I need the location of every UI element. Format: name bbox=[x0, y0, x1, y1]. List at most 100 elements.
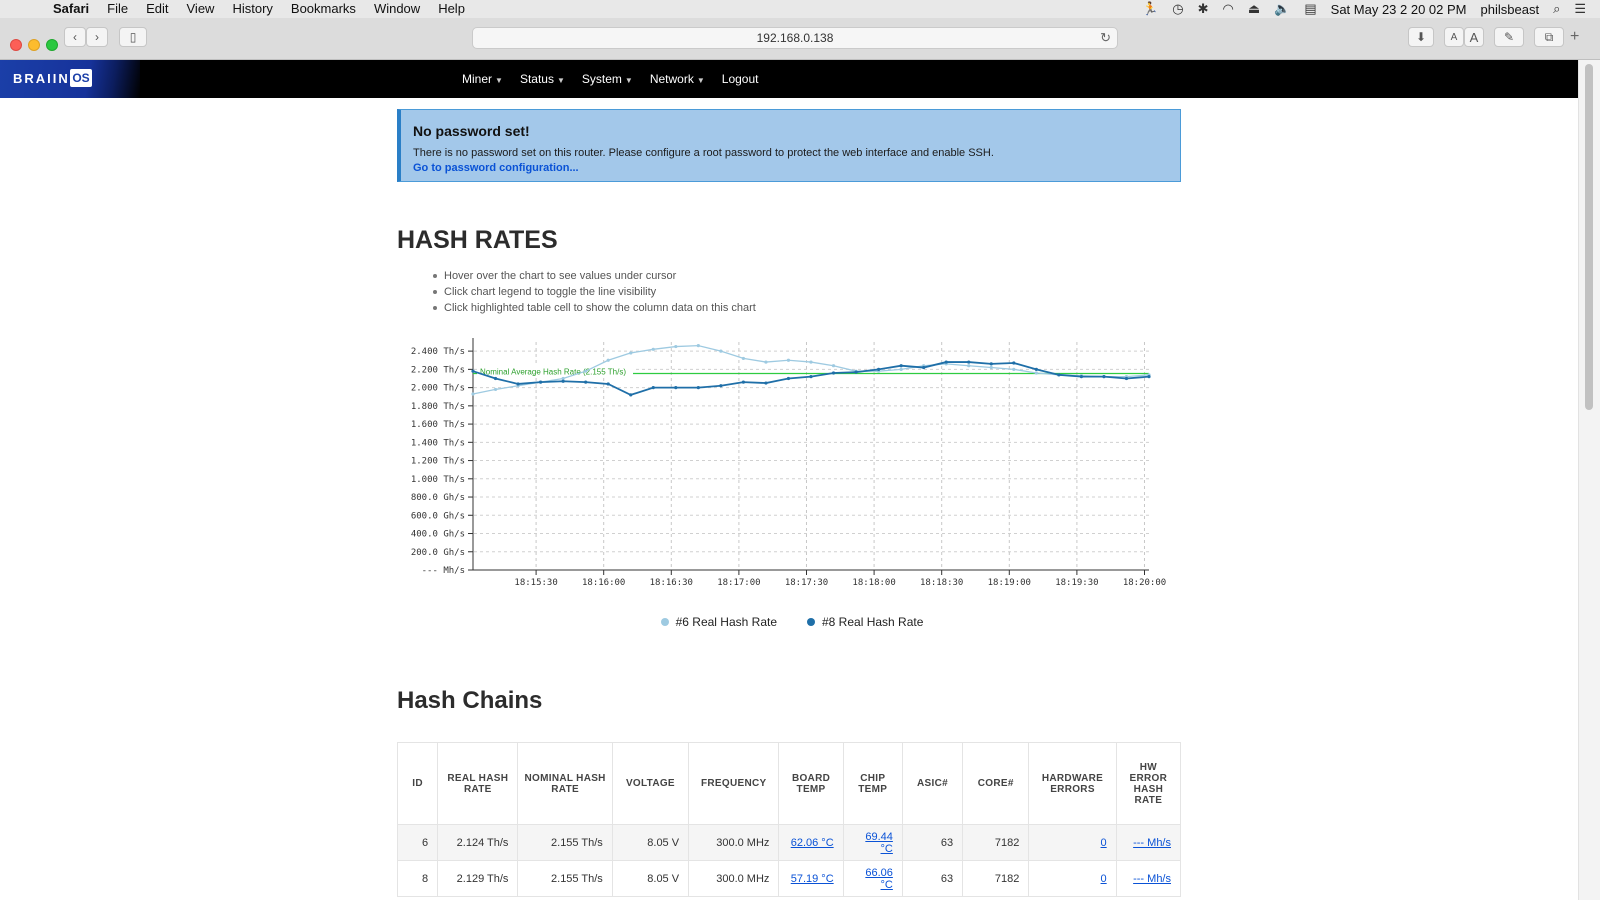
y-tick-label: 1.800 Th/s bbox=[411, 402, 465, 412]
cell-nominal-hash-rate: 2.155 Th/s bbox=[517, 860, 613, 897]
scrollbar-thumb[interactable] bbox=[1585, 64, 1593, 410]
cell-core: 7182 bbox=[962, 824, 1030, 861]
zoom-window-button[interactable] bbox=[46, 39, 58, 51]
running-man-icon[interactable]: 🏃 bbox=[1142, 1, 1158, 17]
x-tick-label: 18:15:30 bbox=[514, 578, 557, 588]
table-row: 6 2.124 Th/s 2.155 Th/s 8.05 V 300.0 MHz… bbox=[396, 824, 1182, 861]
sidebar-toggle-button[interactable]: ▯ bbox=[119, 27, 147, 47]
data-point bbox=[1012, 361, 1016, 365]
nav-miner[interactable]: Miner ▼ bbox=[462, 72, 503, 86]
data-point bbox=[1034, 367, 1038, 371]
downloads-button[interactable]: ⬇ bbox=[1408, 27, 1434, 47]
cell-voltage: 8.05 V bbox=[611, 860, 690, 897]
col-real-hash-rate: REAL HASH RATE bbox=[437, 742, 519, 825]
col-hardware-errors: HARDWARE ERRORS bbox=[1028, 742, 1117, 825]
hardware-errors-link[interactable]: 0 bbox=[1101, 837, 1107, 849]
address-bar[interactable]: 192.168.0.138 ↻ bbox=[472, 27, 1118, 49]
hardware-errors-link[interactable]: 0 bbox=[1101, 873, 1107, 885]
nav-logout[interactable]: Logout bbox=[722, 72, 759, 86]
cell-board-temp: 57.19 °C bbox=[778, 860, 844, 897]
legend-dot-8 bbox=[807, 618, 815, 626]
markup-button[interactable]: ✎ bbox=[1494, 27, 1524, 47]
keyboard-icon[interactable]: ▤ bbox=[1304, 1, 1316, 17]
sidebar-icon: ▯ bbox=[129, 30, 137, 44]
menu-help[interactable]: Help bbox=[429, 0, 474, 18]
spotlight-icon[interactable]: ⌕ bbox=[1553, 1, 1560, 17]
macos-menubar: Safari File Edit View History Bookmarks … bbox=[0, 0, 1600, 18]
data-point bbox=[696, 344, 700, 348]
data-point bbox=[696, 386, 700, 390]
site-navbar: BRAIINS OS Miner ▼ Status ▼ System ▼ Networ… bbox=[0, 60, 1578, 98]
cell-hw-error-hash-rate: --- Mh/s bbox=[1115, 824, 1182, 861]
data-point bbox=[1147, 375, 1151, 379]
data-point bbox=[989, 362, 993, 366]
hash-chains-table: ID REAL HASH RATE NOMINAL HASH RATE VOLT… bbox=[396, 742, 1182, 897]
forward-button[interactable]: › bbox=[86, 27, 108, 47]
cell-real-hash-rate: 2.129 Th/s bbox=[437, 860, 519, 897]
data-point bbox=[516, 382, 520, 386]
menubar-clock[interactable]: Sat May 23 2 20 02 PM bbox=[1331, 2, 1467, 17]
col-frequency: FREQUENCY bbox=[688, 742, 780, 825]
board-temp-link[interactable]: 57.19 °C bbox=[791, 873, 834, 885]
hw-error-hash-rate-link[interactable]: --- Mh/s bbox=[1133, 873, 1171, 885]
nav-system[interactable]: System ▼ bbox=[582, 72, 633, 86]
password-config-link[interactable]: Go to password configuration... bbox=[413, 162, 1168, 174]
smaller-text-button[interactable]: A bbox=[1444, 27, 1464, 47]
larger-text-button[interactable]: A bbox=[1464, 27, 1484, 47]
legend-series-6[interactable]: #6 Real Hash Rate bbox=[660, 612, 777, 632]
alert-title: No password set! bbox=[413, 123, 530, 139]
cell-nominal-hash-rate: 2.155 Th/s bbox=[517, 824, 613, 861]
board-temp-link[interactable]: 62.06 °C bbox=[791, 837, 834, 849]
new-tab-icon[interactable]: + bbox=[1570, 28, 1579, 46]
menu-history[interactable]: History bbox=[223, 0, 281, 18]
bluetooth-icon[interactable]: ✱ bbox=[1198, 1, 1209, 17]
x-tick-label: 18:18:30 bbox=[920, 578, 963, 588]
data-point bbox=[786, 376, 791, 381]
hash-rate-chart[interactable]: 2.400 Th/s 2.200 Th/s 2.000 Th/s 1.800 Th/s… bbox=[397, 330, 1187, 600]
data-point bbox=[674, 386, 678, 390]
menu-view[interactable]: View bbox=[178, 0, 224, 18]
download-icon: ⬇ bbox=[1415, 30, 1427, 44]
chip-temp-link[interactable]: 66.06 °C bbox=[865, 867, 893, 891]
col-asic: ASIC# bbox=[901, 742, 964, 825]
reload-icon[interactable]: ↻ bbox=[1100, 28, 1111, 48]
cell-id: 8 bbox=[396, 860, 439, 897]
nav-network[interactable]: Network ▼ bbox=[650, 72, 705, 86]
legend-series-8[interactable]: #8 Real Hash Rate bbox=[807, 612, 923, 632]
data-point bbox=[674, 344, 678, 349]
y-tick-label: 1.200 Th/s bbox=[411, 457, 465, 467]
braiins-logo[interactable]: BRAIINS OS bbox=[0, 60, 140, 98]
nav-status[interactable]: Status ▼ bbox=[520, 72, 565, 86]
hw-error-hash-rate-link[interactable]: --- Mh/s bbox=[1133, 837, 1171, 849]
y-tick-label: 600.0 Gh/s bbox=[411, 511, 465, 521]
cell-core: 7182 bbox=[962, 860, 1030, 897]
menu-file[interactable]: File bbox=[98, 0, 137, 18]
data-point bbox=[471, 369, 475, 373]
data-point bbox=[719, 349, 723, 353]
data-point bbox=[786, 358, 791, 362]
chevron-right-icon: › bbox=[95, 30, 99, 44]
menubar-user[interactable]: philsbeast bbox=[1481, 2, 1540, 17]
caret-down-icon: ▼ bbox=[556, 76, 565, 85]
close-window-button[interactable] bbox=[10, 39, 22, 51]
eject-icon[interactable]: ⏏ bbox=[1248, 1, 1260, 17]
menu-edit[interactable]: Edit bbox=[137, 0, 177, 18]
url-text: 192.168.0.138 bbox=[756, 31, 834, 45]
menu-safari[interactable]: Safari bbox=[44, 0, 98, 18]
page-scrollbar[interactable] bbox=[1578, 60, 1600, 900]
data-point bbox=[831, 364, 836, 368]
menu-window[interactable]: Window bbox=[365, 0, 429, 18]
back-button[interactable]: ‹ bbox=[64, 27, 86, 47]
wifi-icon[interactable]: ◠ bbox=[1223, 1, 1234, 17]
tabs-overview-button[interactable]: ⧉ bbox=[1534, 27, 1564, 47]
menu-bookmarks[interactable]: Bookmarks bbox=[282, 0, 365, 18]
reference-label: Nominal Average Hash Rate (2.155 Th/s) bbox=[480, 367, 626, 376]
chip-temp-link[interactable]: 69.44 °C bbox=[865, 831, 893, 855]
notification-center-icon[interactable]: ☰ bbox=[1574, 1, 1586, 17]
cell-frequency: 300.0 MHz bbox=[688, 824, 780, 861]
time-machine-icon[interactable]: ◷ bbox=[1172, 1, 1183, 17]
volume-icon[interactable]: 🔈 bbox=[1274, 1, 1290, 17]
minimize-window-button[interactable] bbox=[28, 39, 40, 51]
cell-board-temp: 62.06 °C bbox=[778, 824, 844, 861]
data-point bbox=[629, 351, 633, 355]
